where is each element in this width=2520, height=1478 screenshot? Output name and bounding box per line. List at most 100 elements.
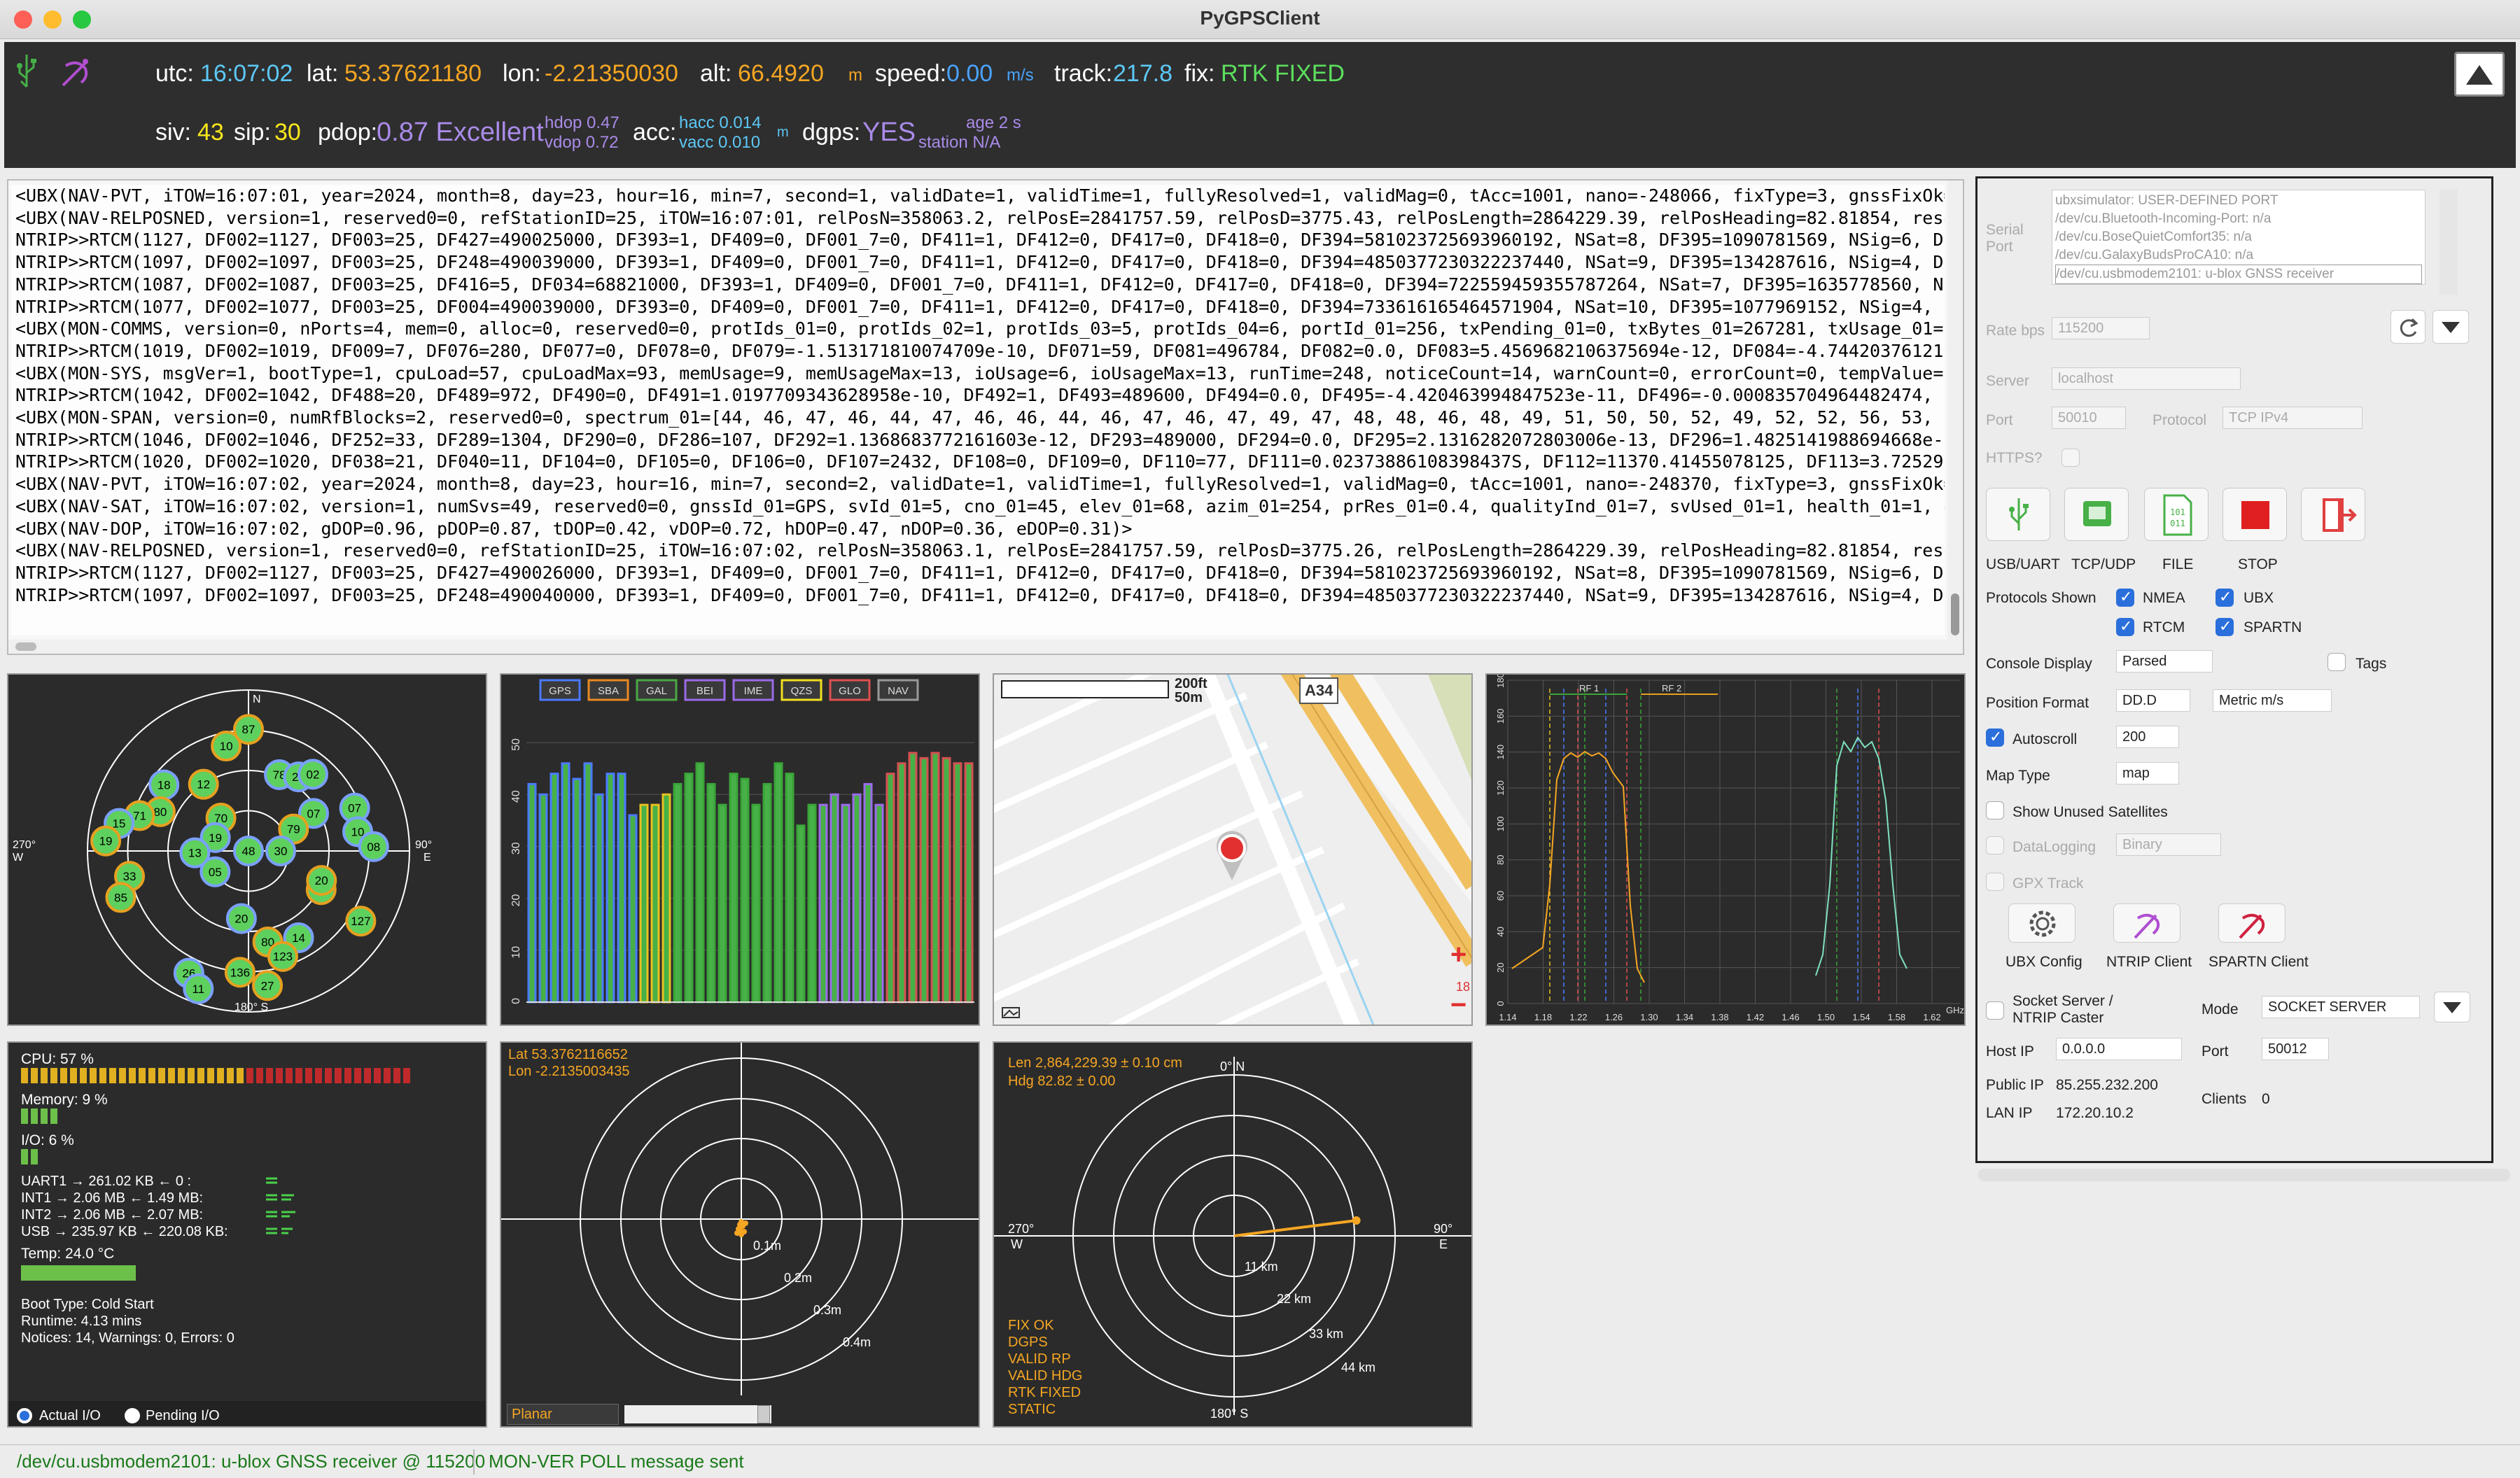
rtcm-checkbox[interactable] <box>2116 617 2134 636</box>
tags-checkbox[interactable] <box>2328 653 2346 671</box>
position-format-label: Position Format <box>1986 695 2090 711</box>
port-list-scrollbar[interactable] <box>2440 190 2458 295</box>
port-usage-int2: INT2 → 2.06 MB ← 2.07 MB: <box>21 1207 204 1223</box>
bar-segment <box>90 1068 97 1083</box>
satellite-id: 123 <box>273 950 293 964</box>
scatter-scale-slider[interactable] <box>624 1405 771 1423</box>
protocol-select[interactable]: TCP IPv4 <box>2222 407 2362 429</box>
tcp-udp-button[interactable] <box>2064 488 2129 541</box>
app-window: PyGPSClient utc: 16:07:02 lat: 53.376211… <box>0 0 2520 1478</box>
hdop-value: hdop 0.47 <box>545 113 620 132</box>
temperature-label: Temp: 24.0 °C <box>21 1246 115 1262</box>
signal-bar <box>774 762 783 1004</box>
serial-port-item[interactable]: ubxsimulator: USER-DEFINED PORT <box>2055 192 2422 210</box>
console-text[interactable]: <UBX(NAV-PVT, iTOW=16:07:01, year=2024, … <box>11 185 1945 635</box>
server-label: Server <box>1986 373 2029 389</box>
gpx-checkbox[interactable] <box>1986 873 2004 891</box>
ubx-label: UBX <box>2244 590 2274 606</box>
scatter-mode-select[interactable]: Planar <box>507 1404 619 1425</box>
signal-bar <box>863 782 873 1004</box>
lon-label: lon: <box>503 60 541 87</box>
actual-io-radio[interactable] <box>17 1408 32 1423</box>
autoscroll-lines-select[interactable]: 200 <box>2116 726 2179 748</box>
signal-bar <box>807 803 817 1004</box>
expand-serial-button[interactable] <box>2432 310 2469 344</box>
hscroll-thumb[interactable] <box>15 642 36 651</box>
console-line: <UBX(NAV-DOP, iTOW=16:07:02, gDOP=0.96, … <box>15 518 1133 539</box>
rate-select[interactable]: 115200 <box>2052 317 2150 339</box>
signal-bar <box>897 762 906 1004</box>
usb-icon <box>2009 498 2029 530</box>
nmea-checkbox[interactable] <box>2116 588 2134 607</box>
expand-socket-button[interactable] <box>2434 992 2470 1022</box>
x-tick-label: 1.42 <box>1746 1012 1764 1022</box>
map-type-select[interactable]: map <box>2116 762 2179 784</box>
map-panel[interactable]: 200ft 50m A34 + 18 − <box>993 673 1473 1026</box>
spartn-client-button[interactable] <box>2218 903 2286 943</box>
ubx-config-button[interactable] <box>2008 903 2076 943</box>
pending-io-radio[interactable] <box>125 1408 140 1423</box>
spartn-checkbox[interactable] <box>2216 617 2234 636</box>
file-button[interactable]: 101 011 <box>2144 488 2208 541</box>
signal-bar <box>762 782 772 1004</box>
console-hscrollbar[interactable] <box>8 640 1963 654</box>
serial-port-list[interactable]: ubxsimulator: USER-DEFINED PORT/dev/cu.B… <box>2052 190 2426 285</box>
serial-port-item[interactable]: /dev/cu.Bluetooth-Incoming-Port: n/a <box>2055 210 2422 228</box>
range-ring-label: 11 km <box>1245 1260 1278 1274</box>
ubx-checkbox[interactable] <box>2216 588 2234 607</box>
slider-handle[interactable] <box>757 1405 770 1423</box>
y-tick-label: 20 <box>1495 962 1506 972</box>
y-tick-label: 0 <box>1495 1001 1506 1006</box>
boot-info: Boot Type: Cold Start Runtime: 4.13 mins… <box>21 1296 234 1346</box>
satellite-id: 87 <box>242 723 255 736</box>
mode-select[interactable]: SOCKET SERVER <box>2262 996 2420 1018</box>
show-unused-checkbox[interactable] <box>1986 801 2004 819</box>
console-panel[interactable]: <UBX(NAV-PVT, iTOW=16:07:01, year=2024, … <box>7 179 1964 655</box>
serial-port-item[interactable]: /dev/cu.usbmodem2101: u-blox GNSS receiv… <box>2055 265 2422 284</box>
console-vscrollbar[interactable] <box>1947 181 1963 640</box>
stop-button[interactable] <box>2222 488 2287 541</box>
refresh-ports-button[interactable] <box>2390 310 2426 344</box>
signal-bar <box>841 803 850 1004</box>
toggle-banner-button[interactable] <box>2454 52 2505 97</box>
console-line: NTRIP>>RTCM(1019, DF002=1019, DF009=7, D… <box>15 340 1945 361</box>
settings-hscrollbar[interactable] <box>1978 1169 2510 1181</box>
map-layers-icon[interactable] <box>1001 1005 1022 1020</box>
port-input[interactable]: 50010 <box>2052 407 2126 429</box>
host-ip-label: Host IP <box>1986 1043 2034 1060</box>
serial-port-item[interactable]: /dev/cu.GalaxyBudsProCA10: n/a <box>2055 246 2422 265</box>
serial-port-item[interactable]: /dev/cu.BoseQuietComfort35: n/a <box>2055 228 2422 246</box>
datalogging-label: DataLogging <box>2012 839 2096 855</box>
console-line: <UBX(NAV-RELPOSNED, version=1, reserved0… <box>15 207 1945 228</box>
datalogging-checkbox[interactable] <box>1986 836 2004 854</box>
exit-button[interactable] <box>2301 488 2365 541</box>
server-input[interactable]: localhost <box>2052 367 2241 390</box>
north-label: 0° N <box>1220 1060 1245 1074</box>
bar-segment <box>188 1068 195 1083</box>
spectrum-chart: 0 20 40 60 80 100 120 140 160 180 1.14 1.18 1.22 1.26… <box>1495 675 1964 1022</box>
datalogging-select[interactable]: Binary <box>2116 833 2221 856</box>
vscroll-thumb[interactable] <box>1951 593 1959 635</box>
hacc-value: hacc 0.014 <box>679 113 762 132</box>
map-scale-m: 50m <box>1175 690 1203 705</box>
range-ring-label: 33 km <box>1309 1327 1343 1341</box>
triangle-down-icon <box>2443 1002 2461 1013</box>
socket-server-checkbox[interactable] <box>1986 1001 2004 1020</box>
zoom-in-button[interactable]: + <box>1450 939 1466 971</box>
host-ip-input[interactable]: 0.0.0.0 <box>2056 1038 2182 1060</box>
https-checkbox[interactable] <box>2062 449 2080 467</box>
tcp-udp-label: TCP/UDP <box>2071 556 2136 572</box>
east-label: 90° <box>415 839 432 851</box>
console-display-select[interactable]: Parsed <box>2116 650 2213 673</box>
satellite-id: 48 <box>242 845 255 858</box>
ntrip-client-button[interactable] <box>2113 903 2180 943</box>
units-select[interactable]: Metric m/s <box>2213 689 2332 712</box>
socket-port-input[interactable]: 50012 <box>2262 1038 2329 1060</box>
cpu-bar <box>21 1068 410 1083</box>
autoscroll-checkbox[interactable] <box>1986 728 2004 747</box>
east-label: 90° <box>1434 1222 1452 1236</box>
signal-bar <box>751 803 761 1004</box>
usb-uart-button[interactable] <box>1986 488 2050 541</box>
position-format-select[interactable]: DD.D <box>2116 689 2190 712</box>
zoom-out-button[interactable]: − <box>1450 990 1466 1021</box>
